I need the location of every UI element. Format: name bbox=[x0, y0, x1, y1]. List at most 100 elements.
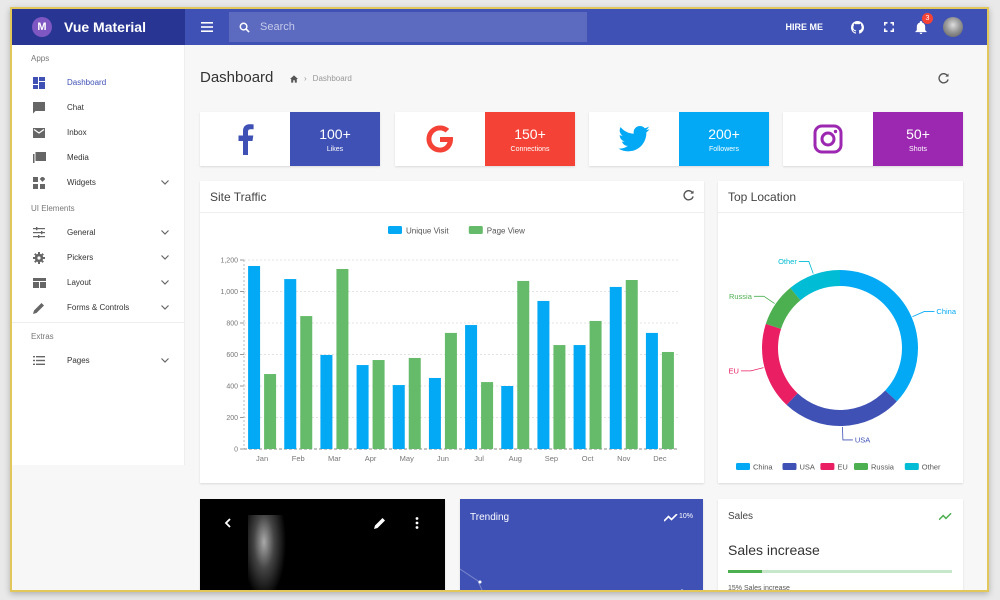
more-vert-icon[interactable] bbox=[415, 517, 419, 529]
back-icon[interactable] bbox=[224, 518, 231, 528]
twitter-icon bbox=[618, 126, 650, 152]
refresh-icon bbox=[683, 189, 694, 200]
x-tick-label: Oct bbox=[582, 454, 595, 463]
section-label-ui-elements: UI Elements bbox=[31, 204, 75, 213]
slice-eu bbox=[762, 323, 798, 405]
slice-russia bbox=[765, 287, 801, 329]
sidebar-item-label: General bbox=[67, 228, 96, 237]
bar-unique-visit bbox=[465, 325, 478, 449]
github-icon bbox=[850, 20, 864, 34]
social-stat: 50+ Shots bbox=[873, 112, 963, 166]
slice-label: Russia bbox=[729, 292, 753, 301]
legend-swatch-2 bbox=[820, 463, 835, 470]
avatar[interactable] bbox=[943, 17, 963, 37]
site-traffic-card: Site Traffic Unique Visit Page View 0 200 40… bbox=[200, 181, 704, 483]
notification-badge: 3 bbox=[922, 13, 933, 24]
sales-card: Sales Sales increase 15% Sales increase bbox=[718, 499, 963, 590]
social-card-facebook[interactable]: 100+ Likes bbox=[200, 112, 380, 166]
top-bar: M Vue Material HIRE ME 3 bbox=[12, 9, 987, 45]
social-card-instagram[interactable]: 50+ Shots bbox=[783, 112, 963, 166]
sidebar-item-pickers[interactable]: Pickers bbox=[12, 245, 184, 270]
legend-swatch-1 bbox=[468, 226, 483, 234]
card-title: Site Traffic bbox=[210, 189, 267, 204]
social-card-google[interactable]: 150+ Connections bbox=[395, 112, 575, 166]
home-icon[interactable] bbox=[290, 74, 298, 83]
fullscreen-icon bbox=[884, 22, 894, 32]
stat-label: Followers bbox=[709, 145, 739, 153]
refresh-button[interactable] bbox=[683, 189, 694, 204]
sidebar-item-widgets[interactable]: Widgets bbox=[12, 170, 184, 195]
gear-icon bbox=[32, 251, 46, 265]
facebook-icon bbox=[238, 124, 254, 155]
search-input[interactable] bbox=[260, 21, 560, 33]
bar-unique-visit bbox=[428, 377, 441, 449]
notifications-button[interactable]: 3 bbox=[905, 9, 937, 45]
slice-label-line bbox=[912, 311, 935, 317]
app-title: Vue Material bbox=[64, 19, 146, 35]
bar-unique-visit bbox=[392, 385, 405, 449]
sidebar-item-media[interactable]: Media bbox=[12, 145, 184, 170]
sidebar-item-chat[interactable]: Chat bbox=[12, 95, 184, 120]
legend-label-1: USA bbox=[800, 463, 815, 472]
sidebar-item-label: Inbox bbox=[67, 128, 87, 137]
social-card-twitter[interactable]: 200+ Followers bbox=[589, 112, 769, 166]
legend-swatch-0 bbox=[388, 226, 402, 234]
slice-label-line bbox=[753, 295, 775, 304]
bar-page-view bbox=[553, 345, 566, 449]
trending-up-icon bbox=[939, 513, 952, 521]
search-icon bbox=[239, 22, 250, 33]
stat-label: Likes bbox=[326, 145, 344, 153]
list-icon bbox=[32, 354, 46, 368]
sidebar-item-inbox[interactable]: Inbox bbox=[12, 120, 184, 145]
social-stat: 200+ Followers bbox=[679, 112, 769, 166]
fullscreen-button[interactable] bbox=[873, 9, 905, 45]
edit-icon[interactable] bbox=[374, 517, 386, 529]
legend-label-3: Russia bbox=[871, 463, 895, 472]
y-tick-label: 200 bbox=[226, 415, 238, 422]
site-traffic-chart: Unique Visit Page View 0 200 400 600 800 1,000 1… bbox=[220, 226, 678, 463]
section-label-extras: Extras bbox=[31, 332, 54, 341]
card-title: Top Location bbox=[728, 189, 797, 204]
legend-label-0: Unique Visit bbox=[406, 227, 449, 236]
trending-up-icon bbox=[664, 514, 678, 522]
sidebar-item-general[interactable]: General bbox=[12, 220, 184, 245]
legend-swatch-1 bbox=[782, 463, 797, 470]
sidebar-item-label: Forms & Controls bbox=[67, 303, 130, 312]
y-tick-label: 400 bbox=[226, 384, 238, 391]
legend-label-2: EU bbox=[837, 463, 847, 472]
sidebar-item-layout[interactable]: Layout bbox=[12, 270, 184, 295]
stat-value: 100+ bbox=[319, 125, 351, 142]
tune-icon bbox=[32, 226, 46, 240]
refresh-button[interactable] bbox=[938, 71, 949, 89]
slice-label-line bbox=[842, 426, 853, 441]
menu-button[interactable] bbox=[185, 9, 229, 45]
stat-label: Connections bbox=[510, 145, 550, 153]
bar-unique-visit bbox=[609, 286, 622, 449]
card-image bbox=[248, 515, 288, 590]
bar-page-view bbox=[625, 280, 638, 449]
slice-label: USA bbox=[855, 435, 870, 444]
x-tick-label: Nov bbox=[617, 454, 631, 463]
chevron-down-icon bbox=[160, 253, 170, 263]
sidebar-item-dashboard[interactable]: Dashboard bbox=[12, 70, 184, 95]
x-tick-label: May bbox=[400, 454, 414, 463]
y-tick-label: 1,200 bbox=[220, 258, 238, 265]
sidebar-item-pages[interactable]: Pages bbox=[12, 348, 184, 373]
chevron-down-icon bbox=[160, 303, 170, 313]
hire-me-button[interactable]: HIRE ME bbox=[785, 22, 823, 32]
x-tick-label: Jul bbox=[474, 454, 484, 463]
bar-unique-visit bbox=[248, 265, 261, 449]
search-box[interactable] bbox=[229, 12, 587, 42]
bar-unique-visit bbox=[573, 345, 586, 449]
mail-icon bbox=[32, 126, 46, 140]
bar-page-view bbox=[517, 280, 530, 449]
bar-page-view bbox=[336, 268, 349, 449]
sidebar-item-label: Chat bbox=[67, 103, 84, 112]
image-card bbox=[200, 499, 445, 590]
sidebar-item-forms-controls[interactable]: Forms & Controls bbox=[12, 295, 184, 320]
bar-page-view bbox=[661, 351, 674, 449]
slice-label: EU bbox=[728, 366, 738, 375]
brand[interactable]: M Vue Material bbox=[12, 9, 185, 45]
instagram-icon bbox=[813, 124, 843, 154]
github-button[interactable] bbox=[841, 9, 873, 45]
